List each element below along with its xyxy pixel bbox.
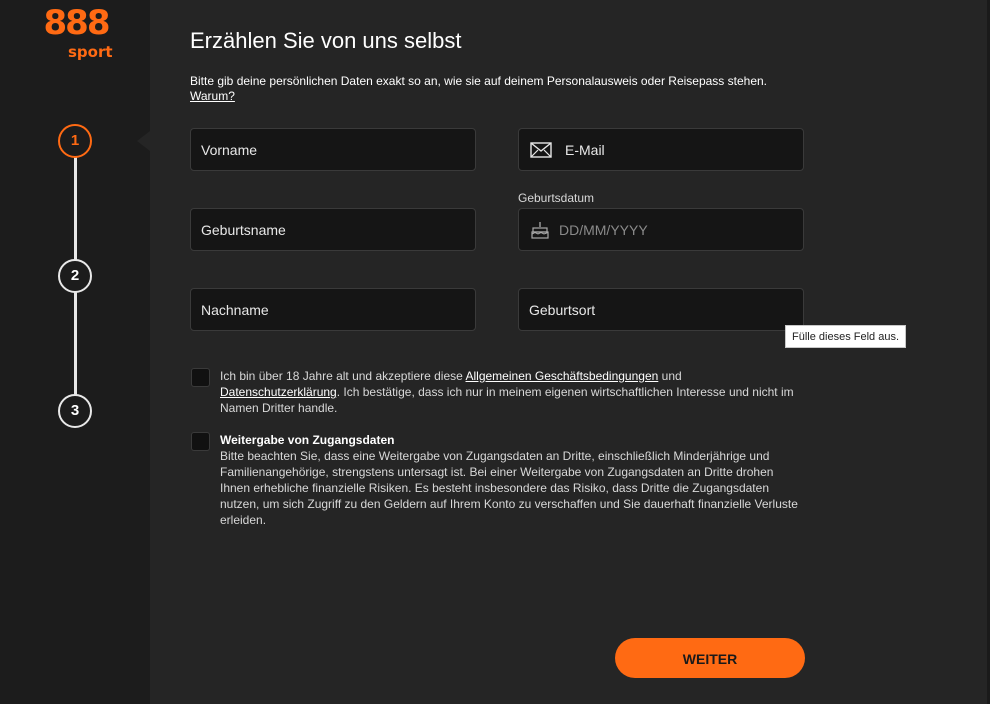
terms-checkbox[interactable] <box>191 368 210 387</box>
birthdate-placeholder: DD/MM/YYYY <box>559 221 648 238</box>
intro-text-body: Bitte gib deine persönlichen Daten exakt… <box>190 74 768 88</box>
intro-text: Bitte gib deine persönlichen Daten exakt… <box>190 74 800 104</box>
step-1: 1 <box>58 124 92 158</box>
sharing-body: Bitte beachten Sie, dass eine Weitergabe… <box>220 449 798 527</box>
email-placeholder: E-Mail <box>565 141 605 158</box>
active-step-pointer <box>137 131 150 151</box>
birthplace-field[interactable]: Geburtsort <box>518 288 804 331</box>
sharing-text: Weitergabe von Zugangsdaten Bitte beacht… <box>220 432 802 528</box>
logo-sub: sport <box>68 43 113 61</box>
birth-name-field[interactable]: Geburtsname <box>190 208 476 251</box>
first-name-field[interactable]: Vorname <box>190 128 476 171</box>
email-field[interactable]: E-Mail <box>518 128 804 171</box>
envelope-icon <box>529 140 553 160</box>
last-name-field[interactable]: Nachname <box>190 288 476 331</box>
sharing-title: Weitergabe von Zugangsdaten <box>220 433 395 447</box>
next-button[interactable]: WEITER <box>615 638 805 678</box>
page-title: Erzählen Sie von uns selbst <box>190 28 462 53</box>
terms-prefix: Ich bin über 18 Jahre alt und akzeptiere… <box>220 369 466 383</box>
why-link[interactable]: Warum? <box>190 89 235 103</box>
birthdate-label: Geburtsdatum <box>518 191 595 205</box>
sharing-checkbox[interactable] <box>191 432 210 451</box>
birthdate-field[interactable]: DD/MM/YYYY <box>518 208 804 251</box>
birthplace-placeholder: Geburtsort <box>529 301 596 318</box>
step-2: 2 <box>58 259 92 293</box>
terms-text: Ich bin über 18 Jahre alt und akzeptiere… <box>220 368 802 416</box>
terms-link[interactable]: Allgemeinen Geschäftsbedingungen <box>466 369 659 383</box>
brand-logo: 888 sport <box>40 3 113 60</box>
sidebar: 888 sport 1 2 3 <box>0 0 150 704</box>
birthday-cake-icon <box>529 220 551 240</box>
terms-and: und <box>658 369 682 383</box>
privacy-link[interactable]: Datenschutzerklärung <box>220 385 337 399</box>
registration-page: 888 sport 1 2 3 Erzählen Sie von uns sel… <box>0 0 990 704</box>
last-name-placeholder: Nachname <box>201 301 269 318</box>
validation-tooltip: Fülle dieses Feld aus. <box>785 325 906 348</box>
logo-digits: 888 <box>43 3 111 43</box>
step-3: 3 <box>58 394 92 428</box>
birth-name-placeholder: Geburtsname <box>201 221 286 238</box>
first-name-placeholder: Vorname <box>201 141 258 158</box>
